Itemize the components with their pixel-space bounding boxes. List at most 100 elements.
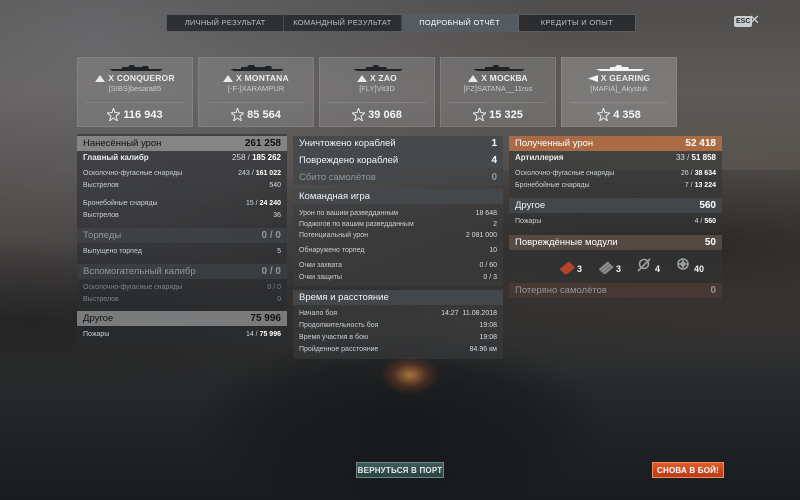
damage-value: 15 325 — [489, 108, 523, 121]
secondary-shots-label: Выстрелов — [83, 296, 119, 303]
damage-received-panel: Полученный урон 52 418 Артиллерия 33 / 5… — [509, 134, 722, 301]
player-card[interactable]: X MONTANA [-F-]XARAMPUR 85 564 — [198, 57, 314, 127]
ap-shells-hits: 15 — [245, 200, 254, 207]
damaged-modules-value: 50 — [704, 237, 716, 248]
received-fires-damage: 560 — [704, 218, 716, 225]
he-shots-label: Выстрелов — [83, 182, 119, 189]
damage-dealt-header: Нанесённый урон 261 258 — [77, 136, 287, 151]
spotting-fires-value: 2 — [493, 221, 497, 228]
torpedoes-launched-label: Выпущено торпед — [83, 248, 142, 255]
battle-start-row: Начало боя 14:27 11.08.2018 — [293, 308, 503, 320]
defense-points-row: Очки защиты 0 / 3 — [293, 272, 503, 284]
ap-shots-row: Выстрелов 36 — [77, 210, 287, 222]
return-to-port-button[interactable]: ВЕРНУТЬСЯ В ПОРТ — [356, 462, 444, 478]
module-count: 40 — [694, 264, 705, 274]
main-battery-hits: 258 — [232, 153, 246, 162]
he-shots-row: Выстрелов 540 — [77, 180, 287, 192]
player-card-selected[interactable]: X GEARING [MAFIA]_Akystuk 4 358 — [561, 57, 677, 127]
damage-received-header: Полученный урон 52 418 — [509, 136, 722, 151]
damage-icon — [352, 108, 366, 121]
tab-personal-result[interactable]: ЛИЧНЫЙ РЕЗУЛЬТАТ — [167, 15, 285, 31]
potential-damage-row: Потенциальный урон 2 081 000 — [293, 230, 503, 242]
fires-hits: 14 — [245, 331, 254, 338]
he-shells-label: Осколочно-фугасные снаряды — [83, 170, 183, 177]
capture-points-row: Очки захвата 0 / 60 — [293, 260, 503, 272]
secondary-shots-row: Выстрелов 0 — [77, 294, 287, 306]
ships-damaged-row: Повреждено кораблей 4 — [293, 153, 503, 168]
tab-detailed-report[interactable]: ПОДРОБНЫЙ ОТЧЁТ — [401, 15, 519, 31]
received-ap-damage: 13 224 — [694, 182, 716, 189]
distance-value: 84.96 км — [469, 346, 497, 353]
tab-credits-xp[interactable]: КРЕДИТЫ И ОПЫТ — [519, 15, 635, 31]
torpedoes-launched-row: Выпущено торпед 5 — [77, 246, 287, 258]
player-card[interactable]: X ZAO [FLY]Vit3D 39 068 — [319, 57, 435, 127]
ap-shots-label: Выстрелов — [83, 212, 119, 219]
module-item: 3 — [557, 256, 582, 274]
spotting-damage-row: Урон по вашим разведданным 18 648 — [293, 208, 503, 220]
ap-shots-value: 36 — [273, 212, 281, 219]
he-shells-row: Осколочно-фугасные снаряды 243 / 161 022 — [77, 168, 287, 180]
damage-dealt-value: 261 258 — [244, 138, 281, 149]
damaged-modules-header: Повреждённые модули 50 — [509, 235, 722, 250]
ship-silhouette-icon — [230, 65, 284, 71]
received-ap-label: Бронебойные снаряды — [515, 182, 590, 189]
torpedoes-spotted-value: 10 — [489, 247, 497, 254]
fires-row: Пожары 14 / 75 996 — [77, 329, 287, 341]
ship-name: X MONTANA — [236, 73, 289, 83]
torpedoes-launched-value: 5 — [277, 248, 281, 255]
ships-destroyed-label: Уничтожено кораблей — [299, 138, 396, 149]
close-icon[interactable]: ✕ — [749, 13, 760, 27]
received-other-label: Другое — [515, 200, 546, 211]
main-battery-row: Главный калибр 258 / 185 262 — [77, 151, 287, 165]
distance-label: Пройденное расстояние — [299, 346, 379, 353]
participation-time-value: 19:08 — [479, 334, 497, 341]
player-name: [-F-]XARAMPUR — [227, 84, 285, 93]
ship-name: X CONQUEROR — [108, 73, 175, 83]
player-name: [MAFIA]_Akystuk — [590, 84, 648, 93]
damaged-modules-label: Повреждённые модули — [515, 237, 618, 248]
ap-shells-label: Бронебойные снаряды — [83, 200, 158, 207]
potential-damage-value: 2 081 000 — [465, 232, 497, 239]
combat-summary-panel: Уничтожено кораблей 1 Повреждено корабле… — [293, 134, 503, 363]
main-battery-icon — [598, 261, 614, 274]
main-battery-label: Главный калибр — [83, 153, 149, 162]
torpedo-tubes-icon — [559, 261, 575, 274]
received-he-label: Осколочно-фугасные снаряды — [515, 170, 615, 177]
ship-name: X ZAO — [370, 73, 397, 83]
destroyer-class-icon — [587, 74, 598, 82]
battle-start-time: 14:27 — [441, 310, 459, 317]
capture-points-value: 0 / 60 — [479, 262, 497, 269]
result-tabs: ЛИЧНЫЙ РЕЗУЛЬТАТ КОМАНДНЫЙ РЕЗУЛЬТАТ ПОД… — [166, 14, 636, 32]
battle-start-date: 11.08.2018 — [462, 310, 497, 317]
ship-name: X МОСКВА — [481, 73, 528, 83]
artillery-damage: 51 858 — [691, 153, 716, 162]
planes-shot-row: Сбито самолётов 0 — [293, 170, 503, 185]
player-card[interactable]: X МОСКВА [FZ]SATANA__11rus 15 325 — [440, 57, 556, 127]
damage-icon — [473, 108, 487, 121]
he-shells-hits: 243 — [238, 170, 250, 177]
ships-damaged-value: 4 — [491, 155, 497, 166]
damage-value: 116 943 — [123, 108, 163, 121]
player-name: [SIBS]besara85 — [108, 84, 162, 93]
capture-points-label: Очки захвата — [299, 262, 343, 269]
engine-icon — [637, 258, 651, 272]
tab-team-result[interactable]: КОМАНДНЫЙ РЕЗУЛЬТАТ — [284, 15, 402, 31]
damage-value: 85 564 — [247, 108, 281, 121]
damage-value: 39 068 — [368, 108, 402, 121]
torpedoes-spotted-row: Обнаружено торпед 10 — [293, 245, 503, 257]
other-header: Другое 75 996 — [77, 311, 287, 326]
artillery-hits: 33 — [675, 153, 685, 162]
spotting-fires-row: Поджогов по вашим разведданным 2 — [293, 220, 503, 230]
ships-damaged-label: Повреждено кораблей — [299, 155, 399, 166]
steering-gear-icon — [677, 258, 689, 270]
card-divider — [207, 102, 305, 103]
module-item: 4 — [635, 256, 660, 274]
participation-time-row: Время участия в бою 19:08 — [293, 332, 503, 344]
artillery-row: Артиллерия 33 / 51 858 — [509, 151, 722, 165]
planes-shot-label: Сбито самолётов — [299, 172, 376, 183]
time-distance-header: Время и расстояние — [293, 290, 503, 305]
battle-again-button[interactable]: СНОВА В БОЙ! — [652, 462, 724, 478]
received-he-row: Осколочно-фугасные снаряды 26 / 38 634 — [509, 168, 722, 180]
received-ap-hits: 7 — [684, 182, 689, 189]
player-card[interactable]: X CONQUEROR [SIBS]besara85 116 943 — [77, 57, 193, 127]
